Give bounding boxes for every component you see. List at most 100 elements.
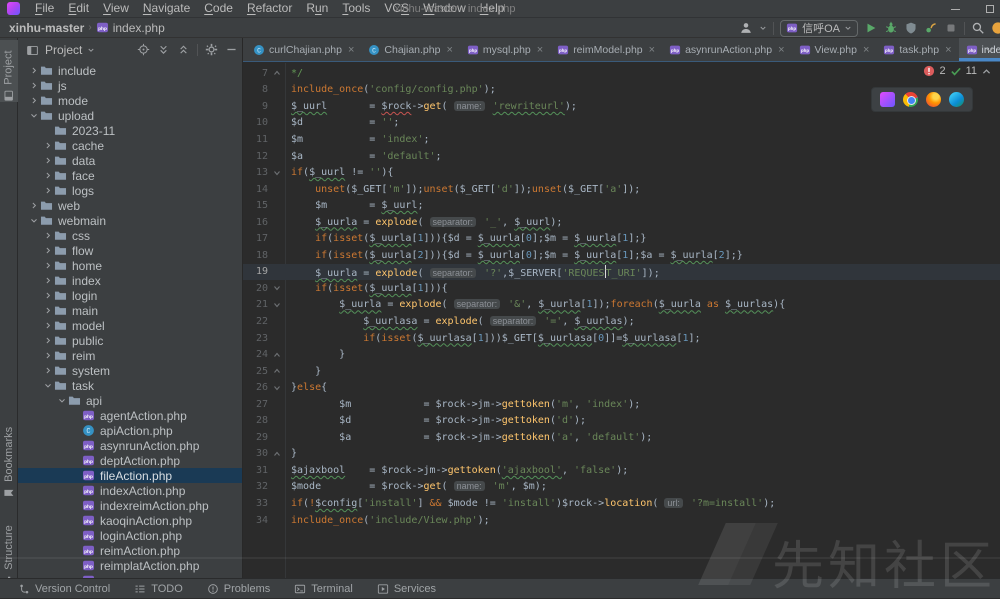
tree-item-api[interactable]: api <box>18 393 242 408</box>
breadcrumb-file[interactable]: index.php <box>113 21 165 35</box>
fold-marker-icon[interactable] <box>268 384 285 392</box>
code-line-25[interactable]: 25 } <box>243 363 1000 380</box>
locate-icon[interactable] <box>137 43 150 56</box>
chevron-down-icon[interactable] <box>87 46 95 54</box>
code-line-10[interactable]: 10$d = ''; <box>243 115 1000 132</box>
tree-item-indexreimAction.php[interactable]: phpindexreimAction.php <box>18 498 242 513</box>
tree-item-flow[interactable]: flow <box>18 243 242 258</box>
tab-asynrunAction.php[interactable]: phpasynrunAction.php× <box>662 38 791 61</box>
project-panel-title[interactable]: Project <box>45 43 82 57</box>
code-line-15[interactable]: 15 $m = $_uurl; <box>243 197 1000 214</box>
hidden-tabs-chevron-icon[interactable] <box>984 44 995 55</box>
statusbar-version-control[interactable]: Version Control <box>18 583 110 595</box>
tree-item-js[interactable]: js <box>18 78 242 93</box>
menu-file[interactable]: File <box>28 0 61 18</box>
chevron-right-icon[interactable] <box>42 276 54 285</box>
tree-item-web[interactable]: web <box>18 198 242 213</box>
maximize-icon[interactable] <box>986 5 994 13</box>
tree-item-logs[interactable]: logs <box>18 183 242 198</box>
chevron-right-icon[interactable] <box>28 66 40 75</box>
code-line-29[interactable]: 29 $a = $rock->jm->gettoken('a', 'defaul… <box>243 429 1000 446</box>
collapse-all-icon[interactable] <box>177 43 190 56</box>
tab-task.php[interactable]: phptask.php× <box>876 38 958 61</box>
tree-item-reimAction.php[interactable]: phpreimAction.php <box>18 543 242 558</box>
debug-icon[interactable] <box>884 21 898 35</box>
tab-View.php[interactable]: phpView.php× <box>792 38 877 61</box>
tree-item-deptAction.php[interactable]: phpdeptAction.php <box>18 453 242 468</box>
chevron-down-icon[interactable] <box>28 216 40 225</box>
chevron-right-icon[interactable] <box>42 321 54 330</box>
code-line-21[interactable]: 21 $_uurla = explode( separator: '&', $_… <box>243 297 1000 314</box>
code-line-16[interactable]: 16 $_uurla = explode( separator: '_', $_… <box>243 214 1000 231</box>
fold-marker-icon[interactable] <box>268 450 285 458</box>
code-line-17[interactable]: 17 if(isset($_uurla[1])){$d = $_uurla[0]… <box>243 230 1000 247</box>
chevron-right-icon[interactable] <box>42 306 54 315</box>
tree-item-login[interactable]: login <box>18 288 242 303</box>
tree-item-agentAction.php[interactable]: phpagentAction.php <box>18 408 242 423</box>
chevron-down-icon[interactable] <box>56 396 68 405</box>
breadcrumb-project[interactable]: xinhu-master <box>9 21 84 35</box>
fold-marker-icon[interactable] <box>268 301 285 309</box>
code-line-26[interactable]: 26}else{ <box>243 379 1000 396</box>
hide-panel-icon[interactable] <box>225 43 238 56</box>
chevron-right-icon[interactable] <box>42 291 54 300</box>
tree-item-loginAction.php[interactable]: phploginAction.php <box>18 528 242 543</box>
code-line-12[interactable]: 12$a = 'default'; <box>243 148 1000 165</box>
chevron-right-icon[interactable] <box>42 246 54 255</box>
menu-run[interactable]: Run <box>299 0 335 18</box>
code-line-18[interactable]: 18 if(isset($_uurla[2])){$d = $_uurla[0]… <box>243 247 1000 264</box>
tab-Chajian.php[interactable]: CChajian.php× <box>361 38 459 61</box>
tree-item-reimplatAction.php[interactable]: phpreimplatAction.php <box>18 558 242 573</box>
code-line-27[interactable]: 27 $m = $rock->jm->gettoken('m', 'index'… <box>243 396 1000 413</box>
chevron-down-icon[interactable] <box>42 381 54 390</box>
tree-item-include[interactable]: include <box>18 63 242 78</box>
chevron-right-icon[interactable] <box>42 141 54 150</box>
fold-marker-icon[interactable] <box>268 351 285 359</box>
stop-icon[interactable] <box>944 21 958 35</box>
tree-item-home[interactable]: home <box>18 258 242 273</box>
statusbar-services[interactable]: Services <box>377 583 436 595</box>
menu-tools[interactable]: Tools <box>335 0 377 18</box>
code-line-28[interactable]: 28 $d = $rock->jm->gettoken('d'); <box>243 412 1000 429</box>
tree-item-2023-11[interactable]: 2023-11 <box>18 123 242 138</box>
tree-item-model[interactable]: model <box>18 318 242 333</box>
code-line-9[interactable]: 9$_uurl = $rock->get( name: 'rewriteurl'… <box>243 98 1000 115</box>
code-line-19[interactable]: 19 $_uurla = explode( separator: '?',$_S… <box>243 264 1000 281</box>
stripe-item-project[interactable]: Project <box>0 40 18 101</box>
code-line-30[interactable]: 30} <box>243 446 1000 463</box>
search-icon[interactable] <box>971 21 985 35</box>
close-icon[interactable]: × <box>778 45 784 55</box>
tree-item-system[interactable]: system <box>18 363 242 378</box>
chevron-right-icon[interactable] <box>42 351 54 360</box>
chevron-right-icon[interactable] <box>28 96 40 105</box>
tree-item-kaoqinAction.php[interactable]: phpkaoqinAction.php <box>18 513 242 528</box>
menu-navigate[interactable]: Navigate <box>136 0 197 18</box>
menu-edit[interactable]: Edit <box>61 0 96 18</box>
tree-item-index[interactable]: index <box>18 273 242 288</box>
expand-all-icon[interactable] <box>157 43 170 56</box>
tree-item-upload[interactable]: upload <box>18 108 242 123</box>
chevron-right-icon[interactable] <box>42 171 54 180</box>
run-icon[interactable] <box>864 21 878 35</box>
statusbar-todo[interactable]: TODO <box>134 583 183 595</box>
tab-mysql.php[interactable]: phpmysql.php× <box>460 38 550 61</box>
chevron-right-icon[interactable] <box>28 81 40 90</box>
run-config-selector[interactable]: php信呼OA <box>780 20 858 37</box>
code-line-11[interactable]: 11$m = 'index'; <box>243 131 1000 148</box>
fold-marker-icon[interactable] <box>268 69 285 77</box>
tree-item-asynrunAction.php[interactable]: phpasynrunAction.php <box>18 438 242 453</box>
close-icon[interactable]: × <box>649 45 655 55</box>
fold-marker-icon[interactable] <box>268 284 285 292</box>
code-line-24[interactable]: 24 } <box>243 346 1000 363</box>
chevron-right-icon[interactable] <box>42 186 54 195</box>
stripe-item-structure[interactable]: Structure <box>0 513 18 587</box>
tree-item-main[interactable]: main <box>18 303 242 318</box>
tree-item-mode[interactable]: mode <box>18 93 242 108</box>
gear-icon[interactable] <box>205 43 218 56</box>
menu-code[interactable]: Code <box>197 0 240 18</box>
user-icon[interactable] <box>739 21 753 35</box>
chevron-down-icon[interactable] <box>28 111 40 120</box>
code-line-7[interactable]: 7*/ <box>243 65 1000 82</box>
tree-item-apiAction.php[interactable]: CapiAction.php <box>18 423 242 438</box>
code-line-32[interactable]: 32$mode = $rock->get( name: 'm', $m); <box>243 479 1000 496</box>
